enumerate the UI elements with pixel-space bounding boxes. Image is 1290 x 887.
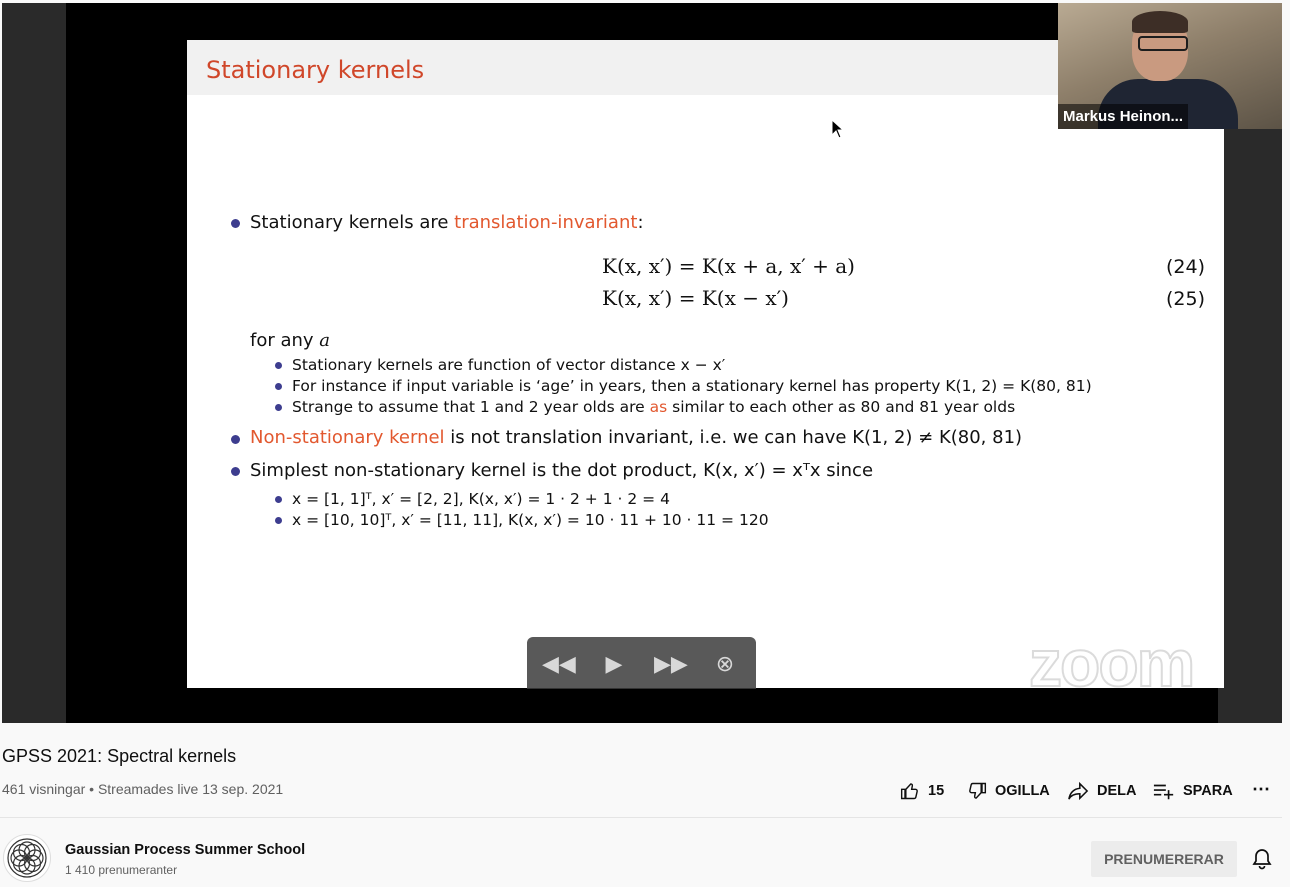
video-player[interactable]: Stationary kernels Stationary kernels ar… (2, 3, 1282, 723)
zoom-watermark: zoom (1028, 625, 1196, 701)
thumbs-up-icon (900, 783, 918, 800)
equation-25-number: (25) (1166, 288, 1206, 310)
equation-24: K(x, x′) = K(x + a, x′ + a) (602, 254, 855, 278)
sub-bullet-dot (275, 496, 282, 503)
fast-forward-icon[interactable]: ▶▶ (654, 651, 688, 677)
bell-icon[interactable] (1252, 848, 1272, 870)
sub-bullet-age-example: For instance if input variable is ‘age’ … (292, 377, 1092, 395)
save-label: SPARA (1183, 783, 1233, 799)
play-icon[interactable]: ▶ (599, 651, 629, 677)
dislike-button[interactable]: OGILLA (967, 781, 1050, 801)
presentation-slide: Stationary kernels Stationary kernels ar… (187, 40, 1224, 688)
rewind-icon[interactable]: ◀◀ (542, 651, 576, 677)
bullet-translation-invariant: Stationary kernels are translation-invar… (250, 212, 644, 233)
share-icon (1068, 781, 1089, 801)
playlist-add-icon (1153, 784, 1174, 800)
speaker-name-label: Markus Heinon... (1058, 104, 1189, 129)
bullet-dot (231, 467, 240, 476)
speaker-hair (1132, 11, 1188, 33)
for-any-text: for any a (250, 330, 331, 351)
dislike-label: OGILLA (995, 783, 1050, 799)
channel-name[interactable]: Gaussian Process Summer School (65, 842, 305, 858)
subscriber-count: 1 410 prenumeranter (65, 863, 178, 877)
video-stage: Stationary kernels Stationary kernels ar… (66, 3, 1224, 723)
bullet-dot (231, 435, 240, 444)
channel-avatar[interactable] (3, 834, 51, 882)
channel-logo-icon (7, 838, 47, 878)
divider (0, 817, 1282, 818)
bullet-dot (231, 219, 240, 228)
equation-25: K(x, x′) = K(x − x′) (602, 286, 789, 310)
subscribe-button[interactable]: PRENUMERERAR (1091, 841, 1237, 877)
webcam-thumbnail: Markus Heinon... (1058, 3, 1282, 129)
bullet-dot-product: Simplest non-stationary kernel is the do… (250, 460, 874, 481)
more-icon[interactable]: ⋯ (1252, 779, 1270, 800)
playback-controls: ◀◀ ▶ ▶▶ ⊗ (527, 637, 756, 689)
share-label: DELA (1097, 783, 1137, 799)
equation-24-number: (24) (1166, 256, 1206, 278)
sub-bullet-dot (275, 362, 282, 369)
mouse-cursor-icon (831, 119, 845, 139)
sub-bullet-dot (275, 383, 282, 390)
sub-bullet-example-2: x = [10, 10]ᵀ, x′ = [11, 11], K(x, x′) =… (292, 511, 769, 529)
like-button[interactable]: 15 (900, 781, 944, 801)
share-button[interactable]: DELA (1067, 781, 1136, 801)
sub-bullet-dot (275, 404, 282, 411)
video-title: GPSS 2021: Spectral kernels (2, 746, 237, 766)
save-button[interactable]: SPARA (1153, 781, 1233, 801)
like-count: 15 (928, 783, 945, 799)
sub-bullet-vector-distance: Stationary kernels are function of vecto… (292, 356, 726, 374)
video-meta: 461 visningar • Streamades live 13 sep. … (2, 781, 284, 797)
speaker-glasses (1138, 36, 1188, 51)
bullet-non-stationary: Non-stationary kernel is not translation… (250, 427, 1023, 448)
sub-bullet-example-1: x = [1, 1]ᵀ, x′ = [2, 2], K(x, x′) = 1 ·… (292, 490, 670, 508)
slide-title: Stationary kernels (206, 56, 425, 84)
close-controls-icon[interactable]: ⊗ (710, 651, 740, 677)
sub-bullet-strange-assumption: Strange to assume that 1 and 2 year olds… (292, 398, 1016, 416)
sub-bullet-dot (275, 517, 282, 524)
thumbs-down-icon (969, 782, 987, 799)
